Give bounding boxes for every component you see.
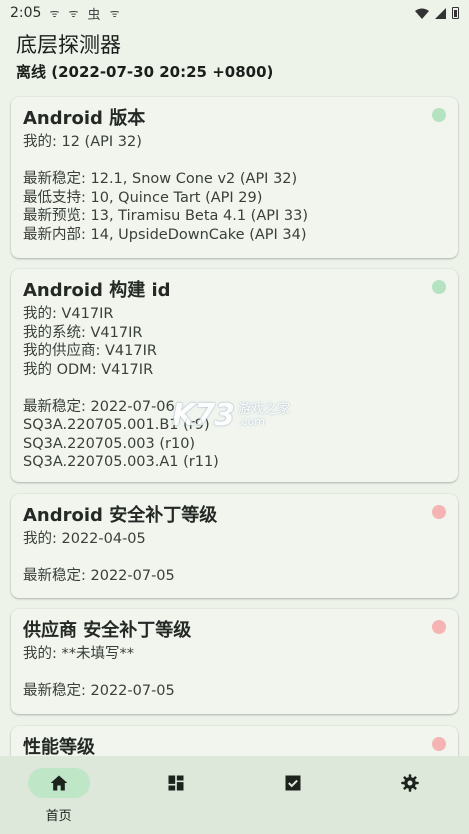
card-line: SQ3A.220705.003.A1 (r11) bbox=[23, 454, 219, 470]
status-dot-red bbox=[432, 505, 446, 519]
signal-icon bbox=[435, 7, 446, 19]
card-spacer bbox=[23, 379, 446, 398]
card-line: 我的 ODM: V417IR bbox=[23, 361, 154, 378]
nav-settings[interactable] bbox=[352, 756, 469, 834]
app-bar: 底层探测器 离线 (2022-07-30 20:25 +0800) bbox=[16, 32, 273, 81]
card-title: Android 安全补丁等级 bbox=[23, 505, 218, 526]
card-security-patch[interactable]: Android 安全补丁等级 我的: 2022-04-05 最新稳定: 2022… bbox=[11, 494, 458, 598]
settings-icon bbox=[401, 774, 420, 792]
card-line: 最新稳定: 12.1, Snow Cone v2 (API 32) bbox=[23, 171, 298, 187]
card-line: 我的: 12 (API 32) bbox=[23, 134, 142, 150]
status-dot-red bbox=[432, 620, 446, 634]
card-title: Android 版本 bbox=[23, 108, 146, 129]
card-line: 我的: **未填写** bbox=[23, 646, 134, 662]
sync-icon: ᯤ bbox=[109, 6, 120, 20]
status-dot-green bbox=[432, 280, 446, 294]
sync-icon: ᯤ bbox=[49, 6, 60, 20]
app-subtitle: 离线 (2022-07-30 20:25 +0800) bbox=[16, 63, 274, 81]
nav-dashboard-pill[interactable] bbox=[145, 768, 207, 798]
nav-home[interactable]: 首页 bbox=[0, 756, 117, 834]
status-dot-red bbox=[432, 737, 446, 751]
dashboard-icon bbox=[168, 775, 184, 791]
card-line: 最新稳定: 2022-07-06 bbox=[23, 398, 175, 415]
app-screen: 2:05 ᯤ ᯤ 虫 ᯤ 底层探测器 离线 (2022-07-30 20:25 … bbox=[0, 0, 469, 834]
card-line: 我的供应商: V417IR bbox=[23, 343, 157, 359]
card-line: 最低支持: 10, Quince Tart (API 29) bbox=[23, 189, 263, 206]
card-android-version[interactable]: Android 版本 我的: 12 (API 32) 最新稳定: 12.1, S… bbox=[11, 97, 458, 258]
card-line: 最新稳定: 2022-07-05 bbox=[23, 568, 175, 584]
status-time: 2:05 bbox=[10, 5, 42, 21]
bottom-navigation: 首页 bbox=[0, 756, 469, 834]
card-line: SQ3A.220705.003 (r10) bbox=[23, 435, 196, 452]
nav-settings-pill[interactable] bbox=[379, 768, 441, 798]
card-line: 我的系统: V417IR bbox=[23, 324, 143, 341]
home-icon bbox=[50, 775, 67, 791]
sync-icon: ᯤ bbox=[68, 6, 79, 20]
nav-home-pill[interactable] bbox=[27, 768, 90, 798]
card-performance-class[interactable]: 性能等级 bbox=[11, 726, 458, 756]
card-line: 我的: 2022-04-05 bbox=[23, 531, 146, 547]
nav-home-label: 首页 bbox=[45, 809, 72, 824]
card-line: 最新预览: 13, Tiramisu Beta 4.1 (API 33) bbox=[23, 208, 308, 224]
status-bar: 2:05 ᯤ ᯤ 虫 ᯤ bbox=[0, 0, 469, 26]
nav-checklist-pill[interactable] bbox=[262, 768, 324, 798]
status-right-icons bbox=[415, 7, 459, 19]
checkbox-icon bbox=[285, 775, 301, 791]
card-title: 供应商 安全补丁等级 bbox=[23, 620, 192, 641]
card-build-id[interactable]: Android 构建 id 我的: V417IR 我的系统: V417IR 我的… bbox=[11, 269, 458, 482]
card-line: 最新稳定: 2022-07-05 bbox=[23, 683, 175, 699]
battery-icon bbox=[452, 7, 459, 19]
card-spacer bbox=[23, 664, 446, 683]
nav-dashboard[interactable] bbox=[117, 756, 234, 834]
card-spacer bbox=[23, 152, 446, 171]
card-title: Android 构建 id bbox=[23, 280, 171, 301]
card-line: 我的: V417IR bbox=[23, 306, 114, 322]
bug-icon: 虫 bbox=[87, 7, 101, 23]
card-list[interactable]: Android 版本 我的: 12 (API 32) 最新稳定: 12.1, S… bbox=[0, 88, 469, 756]
card-vendor-patch[interactable]: 供应商 安全补丁等级 我的: **未填写** 最新稳定: 2022-07-05 bbox=[11, 609, 458, 714]
nav-checklist[interactable] bbox=[235, 756, 352, 834]
card-line: SQ3A.220705.001.B1 (r9) bbox=[23, 417, 210, 433]
card-spacer bbox=[23, 549, 446, 568]
app-title: 底层探测器 bbox=[16, 33, 121, 57]
card-line: 最新内部: 14, UpsideDownCake (API 34) bbox=[23, 226, 307, 243]
card-title: 性能等级 bbox=[23, 737, 95, 756]
status-dot-green bbox=[432, 108, 446, 122]
wifi-icon bbox=[415, 8, 429, 19]
